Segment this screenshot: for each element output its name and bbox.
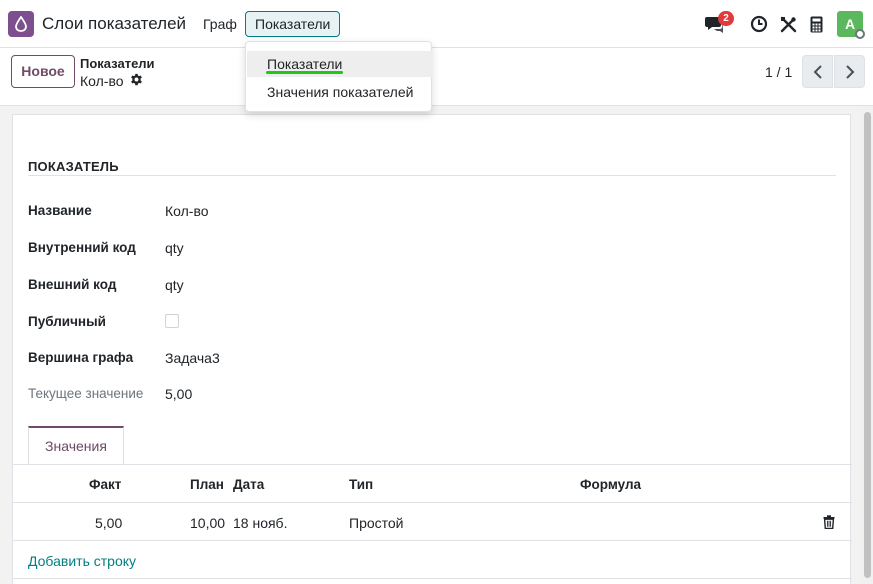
field-graph-node-input[interactable]: Задача3: [165, 350, 220, 366]
field-external-code-input[interactable]: qty: [165, 277, 184, 293]
control-panel: Новое Показатели Кол-во 1 / 1: [0, 48, 873, 106]
record-name: Кол-во: [80, 73, 124, 89]
chevron-right-icon: [845, 64, 854, 79]
cell-date[interactable]: 18 нояб.: [233, 515, 287, 531]
trash-icon[interactable]: [823, 515, 837, 531]
field-name-input[interactable]: Кол-во: [165, 203, 209, 219]
app-title: Слои показателей: [42, 14, 187, 33]
public-checkbox[interactable]: [165, 314, 179, 328]
column-header-plan[interactable]: План: [190, 477, 224, 492]
dropdown-item-indicator-values[interactable]: Значения показателей: [247, 79, 432, 105]
app-logo-icon[interactable]: [8, 11, 34, 37]
tab-divider: [13, 464, 852, 465]
field-current-value: 5,00: [165, 386, 193, 402]
scrollbar-thumb[interactable]: [864, 112, 871, 578]
field-label-internal-code: Внутренний код: [28, 240, 136, 255]
tools-icon[interactable]: [777, 13, 799, 35]
column-header-type[interactable]: Тип: [349, 477, 373, 492]
indicators-dropdown-menu: Показатели Значения показателей: [245, 41, 432, 112]
cell-fact[interactable]: 5,00: [95, 515, 122, 531]
row-divider: [13, 540, 852, 541]
column-header-formula[interactable]: Формула: [580, 477, 641, 492]
gear-icon[interactable]: [130, 73, 143, 89]
table-bottom-divider: [13, 578, 852, 579]
breadcrumb-current: Кол-во: [80, 73, 143, 89]
pager-next-button[interactable]: [834, 55, 865, 88]
pager-value[interactable]: 1 / 1: [765, 64, 792, 80]
chat-count-badge: 2: [718, 11, 734, 26]
add-line-link[interactable]: Добавить строку: [28, 553, 136, 569]
presence-status-icon: [855, 29, 865, 39]
column-header-fact[interactable]: Факт: [89, 477, 121, 492]
cell-type[interactable]: Простой: [349, 515, 404, 531]
tab-values[interactable]: Значения: [28, 426, 124, 464]
field-label-public: Публичный: [28, 314, 106, 329]
section-title: ПОКАЗАТЕЛЬ: [28, 159, 119, 174]
section-divider: [28, 175, 836, 176]
highlight-underline: [266, 71, 343, 74]
field-label-current-value: Текущее значение: [28, 386, 144, 401]
form-sheet: ПОКАЗАТЕЛЬ Название Кол-во Внутренний ко…: [12, 114, 852, 584]
table-header-divider: [13, 502, 852, 503]
breadcrumb-parent[interactable]: Показатели: [80, 56, 155, 71]
chevron-left-icon: [813, 64, 822, 79]
field-label-name: Название: [28, 203, 92, 218]
column-header-date[interactable]: Дата: [233, 477, 264, 492]
clock-icon[interactable]: [748, 13, 770, 35]
pager-previous-button[interactable]: [802, 55, 833, 88]
field-internal-code-input[interactable]: qty: [165, 240, 184, 256]
new-button[interactable]: Новое: [11, 55, 75, 88]
calculator-icon[interactable]: [805, 13, 827, 35]
field-label-external-code: Внешний код: [28, 277, 117, 292]
menu-indicators[interactable]: Показатели: [245, 11, 341, 37]
cell-plan[interactable]: 10,00: [190, 515, 225, 531]
top-navbar: Слои показателей Граф Показатели 2 A: [0, 0, 873, 48]
field-label-graph-node: Вершина графа: [28, 350, 134, 365]
menu-graph[interactable]: Граф: [193, 11, 247, 37]
